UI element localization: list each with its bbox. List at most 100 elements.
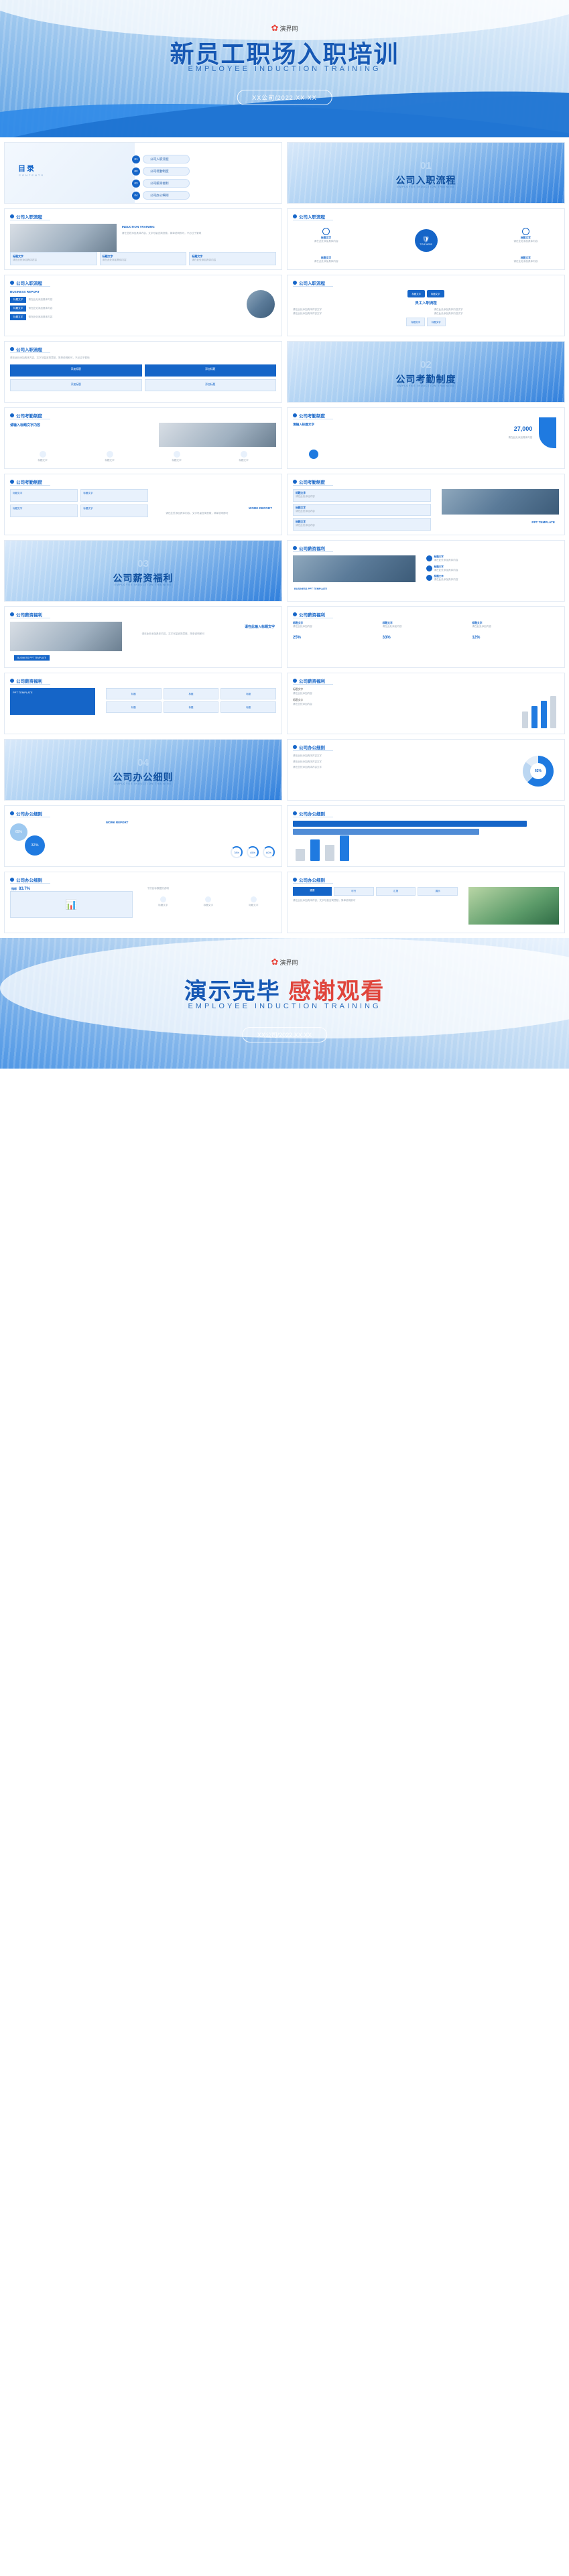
chip-3[interactable]: 标题文字 — [406, 318, 425, 327]
card-1[interactable]: 标题文字 请在此处添加具体内容 — [10, 252, 97, 265]
chip-row-top: 标题文字 标题文字 — [293, 290, 559, 297]
tab-1[interactable]: 重要 — [293, 887, 332, 896]
salary-item-3[interactable]: 标题文字 请在此处添加具体内容 — [426, 575, 560, 582]
slide-business-report[interactable]: 公司入职流程 BUSINESS REPORT 标题文字 请在此处添加具体内容 标… — [4, 275, 282, 336]
report-row-2-text: 请在此处添加具体内容 — [28, 306, 53, 310]
tile-3[interactable]: 添加标题 — [10, 379, 142, 391]
bubble-2: 32% — [25, 835, 45, 856]
slide-section-04[interactable]: 04 公司办公细则 EMPLOYEE INDUCTION TRAINING — [4, 739, 282, 801]
slide-attendance-number[interactable]: 公司考勤制度 请输入标题文字 27,000 请在此处添加具体内容 — [287, 407, 565, 469]
metric-icon-item-1[interactable]: 标题文字 — [142, 896, 185, 908]
slide-salary-photo-list[interactable]: 公司薪资福利 BUSINESS PPT TEMPLATE 标题文字 请在此处添加… — [287, 540, 565, 602]
chip-1[interactable]: 标题文字 — [407, 290, 425, 297]
template-tile-3[interactable]: 标题 — [220, 688, 276, 699]
stat-col-1-value: 25% — [293, 635, 302, 640]
slide-office-tabs[interactable]: 公司办公细则 重要 可行 汇报 展示 请在此处添加具体内容，文字尽量言简意赅，简… — [287, 872, 565, 933]
center-badge[interactable]: 🛡 TITLE HERE — [414, 229, 438, 252]
toc-badge-2: 02 — [131, 167, 140, 176]
box-3[interactable]: 标题文字 — [10, 504, 78, 517]
slide-section-02[interactable]: 02 公司考勤制度 EMPLOYEE INDUCTION TRAINING — [287, 341, 565, 403]
tile-4[interactable]: 添加标题 — [144, 379, 276, 391]
list-item-2[interactable]: 标题文字 请在此处添加内容 — [293, 503, 432, 517]
item-left-1[interactable]: 标题文字 请在此处添加具体内容 — [294, 228, 358, 244]
tab-4[interactable]: 展示 — [418, 887, 458, 896]
template-banner[interactable]: PPT TEMPLATE — [10, 688, 96, 715]
tab-3[interactable]: 汇报 — [375, 887, 416, 896]
report-row-2[interactable]: 标题文字 请在此处添加具体内容 — [10, 306, 276, 312]
slide-office-donut[interactable]: 公司办公细则 请在此处添加具体内容文字 请在此处添加具体内容文字 请在此处添加具… — [287, 739, 565, 801]
header-title-18: 公司办公细则 — [16, 878, 42, 883]
bar-chart-14 — [522, 693, 556, 728]
slide-header-15: 公司办公细则 — [293, 744, 325, 750]
box-1[interactable]: 标题文字 — [10, 489, 78, 502]
toc-item-1[interactable]: 01 公司入职流程 — [131, 155, 190, 163]
template-tile-6[interactable]: 标题 — [220, 701, 276, 713]
donut-legend-1: 请在此处添加具体内容文字 — [293, 754, 322, 757]
icon-item-4[interactable]: 标题文字 — [211, 451, 276, 463]
slide-header-11: 公司薪资福利 — [10, 611, 42, 618]
tab-2[interactable]: 可行 — [333, 887, 374, 896]
toc-item-2[interactable]: 02 公司考勤制度 — [131, 167, 190, 176]
salary-item-1-text: 请在此处添加具体内容 — [434, 559, 458, 561]
salary-item-2[interactable]: 标题文字 请在此处添加具体内容 — [426, 565, 560, 573]
chip-4[interactable]: 标题文字 — [427, 318, 446, 327]
template-tile-4[interactable]: 标题 — [105, 701, 162, 713]
slide-attendance-icons[interactable]: 公司考勤制度 请输入标题文字内容 标题文字 标题文字 标题文字 标题文字 — [4, 407, 282, 469]
slide-induction-flow[interactable]: 公司入职流程 标题文字 标题文字 员工入职流程 请在此处添加具体内容文字 请在此… — [287, 275, 565, 336]
icon-item-1[interactable]: 标题文字 — [10, 451, 75, 463]
slide-body-1: INDUCTION TRAINING 请在此处添加具体内容，文字尽量言简意赅，简… — [10, 224, 277, 265]
slide-header-7: 公司考勤制度 — [293, 412, 325, 419]
bar-1 — [522, 711, 528, 728]
item-left-2[interactable]: 标题文字 请在此处添加具体内容 — [294, 257, 358, 264]
slide-section-01[interactable]: 01 公司入职流程 EMPLOYEE INDUCTION TRAINING — [287, 142, 565, 204]
photo-caption-chip[interactable]: BUSINESS PPT TEMPLATE — [14, 655, 50, 661]
toc-item-4[interactable]: 04 公司办公细则 — [131, 191, 190, 200]
header-title-9: 公司考勤制度 — [299, 480, 325, 485]
report-row-3[interactable]: 标题文字 请在此处添加具体内容 — [10, 314, 276, 320]
slide-salary-heading[interactable]: 公司薪资福利 请在此输入标题文字 请在此处添加具体内容，文字尽量言简意赅，简单说… — [4, 606, 282, 668]
template-tile-5[interactable]: 标题 — [163, 701, 219, 713]
slide-work-report-boxes[interactable]: 公司考勤制度 标题文字 标题文字 标题文字 标题文字 WORK REPORT 请… — [4, 474, 282, 535]
bullet-col-right: 请在此处添加具体内容文字 请在此处添加具体内容文字 — [434, 308, 559, 316]
slide-induction-circle[interactable]: 公司入职流程 🛡 TITLE HERE 标题文字 请在此处添加具体内容 标题文字… — [287, 208, 565, 270]
slide-table-of-contents[interactable]: 目录 CONTENTS 01 公司入职流程 02 公司考勤制度 03 公司薪资福… — [4, 142, 282, 204]
tile-2[interactable]: 添加标题 — [144, 364, 276, 377]
template-tile-2[interactable]: 标题 — [163, 688, 219, 699]
stat-col-3[interactable]: 标题文字 请在此处添加内容 12% — [472, 622, 559, 663]
chip-2[interactable]: 标题文字 — [427, 290, 444, 297]
salary-item-1[interactable]: 标题文字 请在此处添加具体内容 — [426, 555, 560, 563]
slide-ppt-template-list[interactable]: 公司考勤制度 标题文字 请在此处添加内容 标题文字 请在此处添加内容 标题文字 … — [287, 474, 565, 535]
slide-ppt-template-tiles[interactable]: 公司薪资福利 PPT TEMPLATE 标题 标题 标题 标题 标题 标题 — [4, 673, 282, 734]
list-item-1[interactable]: 标题文字 请在此处添加内容 — [293, 489, 432, 502]
item-right-1[interactable]: 标题文字 请在此处添加具体内容 — [494, 228, 558, 244]
slide-office-rings[interactable]: 公司办公细则 WORK REPORT 65% 32% 78% 45% 60% — [4, 805, 282, 867]
donut-legend-2: 请在此处添加具体内容文字 — [293, 760, 322, 763]
card-1-text: 请在此处添加具体内容 — [13, 259, 37, 261]
slide-induction-overview[interactable]: 公司入职流程 INDUCTION TRAINING 请在此处添加具体内容，文字尽… — [4, 208, 282, 270]
chart-legend-14: 标题文字 请在此处添加内容 标题文字 请在此处添加内容 — [293, 688, 410, 707]
box-4[interactable]: 标题文字 — [80, 504, 149, 517]
report-row-1[interactable]: 标题文字 请在此处添加具体内容 — [10, 297, 276, 303]
template-tile-1[interactable]: 标题 — [105, 688, 162, 699]
list-item-3[interactable]: 标题文字 请在此处添加内容 — [293, 518, 432, 531]
slide-four-tiles[interactable]: 公司入职流程 请在此处添加具体内容，文字尽量言简意赅，简单说明即可，不必过于繁琐… — [4, 341, 282, 403]
card-2[interactable]: 标题文字 请在此处添加具体内容 — [99, 252, 187, 265]
slide-office-metric[interactable]: 公司办公细则 📊 指标 83.7% 干货目标数据的说明 标题文字 标题文字 标题… — [4, 872, 282, 933]
box-2[interactable]: 标题文字 — [80, 489, 149, 502]
slide-office-bars[interactable]: 公司办公细则 — [287, 805, 565, 867]
slide-section-03[interactable]: 03 公司薪资福利 EMPLOYEE INDUCTION TRAINING — [4, 540, 282, 602]
slide-salary-bar-chart[interactable]: 公司薪资福利 标题文字 请在此处添加内容 标题文字 请在此处添加内容 — [287, 673, 565, 734]
icon-item-3[interactable]: 标题文字 — [144, 451, 209, 463]
icon-item-2[interactable]: 标题文字 — [77, 451, 142, 463]
toc-item-3[interactable]: 03 公司薪资福利 — [131, 179, 190, 188]
metric-icon-item-3[interactable]: 标题文字 — [233, 896, 275, 908]
tile-1[interactable]: 添加标题 — [10, 364, 142, 377]
slide-salary-columns[interactable]: 公司薪资福利 标题文字 请在此处添加内容 25% 标题文字 请在此处添加内容 3… — [287, 606, 565, 668]
photo-building-9 — [442, 489, 559, 515]
stat-col-1[interactable]: 标题文字 请在此处添加内容 25% — [293, 622, 380, 663]
stat-col-2[interactable]: 标题文字 请在此处添加内容 33% — [383, 622, 470, 663]
header-rule-8 — [10, 485, 50, 486]
metric-icon-item-2[interactable]: 标题文字 — [187, 896, 230, 908]
card-3[interactable]: 标题文字 请在此处添加具体内容 — [189, 252, 277, 265]
item-right-2[interactable]: 标题文字 请在此处添加具体内容 — [494, 257, 558, 264]
